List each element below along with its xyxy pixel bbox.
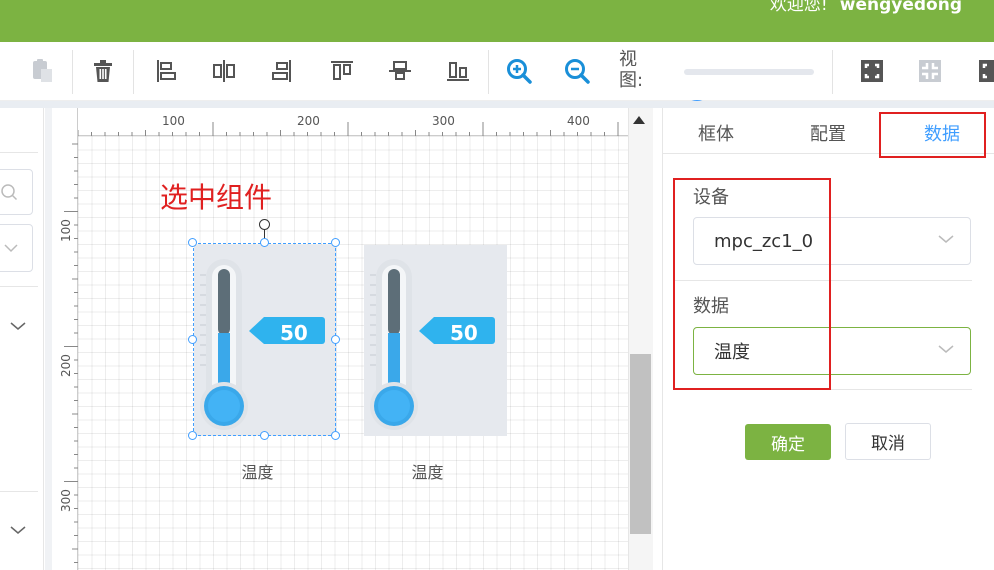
resize-handle-sw[interactable] xyxy=(188,431,197,440)
horizontal-ruler: 100 200 300 400 xyxy=(52,108,628,136)
resize-handle-nw[interactable] xyxy=(188,238,197,247)
highlight-box-data-tab xyxy=(879,112,986,158)
divider xyxy=(0,152,38,153)
align-top-icon[interactable] xyxy=(328,57,356,85)
chevron-down-icon xyxy=(4,244,18,253)
toolbar-divider xyxy=(832,50,833,94)
fit-screen-icon[interactable] xyxy=(858,57,886,85)
annotation-selected-component: 选中组件 xyxy=(160,181,273,214)
resize-handle-ne[interactable] xyxy=(331,238,340,247)
chevron-down-icon xyxy=(938,345,954,353)
ruler-tick-label: 200 xyxy=(59,354,73,377)
thermometer-icon: 50 xyxy=(370,259,495,430)
align-bottom-icon[interactable] xyxy=(444,57,472,85)
welcome-text: 欢迎您! xyxy=(769,0,828,15)
chevron-down-icon[interactable] xyxy=(10,316,26,335)
actual-size-icon[interactable] xyxy=(916,57,944,85)
chevron-down-icon[interactable] xyxy=(10,520,26,539)
divider xyxy=(0,286,38,287)
ruler-tick-label: 200 xyxy=(297,114,320,128)
rotate-handle[interactable] xyxy=(259,219,270,230)
left-component-panel xyxy=(0,108,44,570)
vertical-ruler: 100 200 300 xyxy=(52,108,78,570)
fullscreen-icon[interactable] xyxy=(974,57,994,85)
thermometer-value: 50 xyxy=(450,321,478,345)
chevron-down-icon xyxy=(938,235,954,243)
username[interactable]: wengyedong xyxy=(840,0,962,15)
widget-label: 温度 xyxy=(411,463,444,482)
view-label: 视图: xyxy=(619,49,644,91)
toolbar-divider xyxy=(488,50,489,94)
resize-handle-n[interactable] xyxy=(260,238,269,247)
highlight-box-fields xyxy=(673,178,831,390)
delete-icon[interactable] xyxy=(89,57,117,85)
zoom-slider-track[interactable] xyxy=(684,69,814,75)
widget-label: 温度 xyxy=(241,463,274,482)
ruler-tick-label: 300 xyxy=(432,114,455,128)
ruler-tick-label: 100 xyxy=(59,219,73,242)
align-middle-icon[interactable] xyxy=(386,57,414,85)
ruler-tick-label: 400 xyxy=(567,114,590,128)
toolbar: 视图: xyxy=(0,42,994,128)
resize-handle-e[interactable] xyxy=(331,335,340,344)
resize-handle-s[interactable] xyxy=(260,431,269,440)
ruler-tick-label: 300 xyxy=(59,489,73,512)
scroll-up-arrow-icon[interactable] xyxy=(633,116,645,124)
app-header: 欢迎您! wengyedong xyxy=(0,0,994,42)
tab-config[interactable]: 配置 xyxy=(810,120,846,146)
paste-icon[interactable] xyxy=(28,57,56,85)
canvas-scrollbar-thumb[interactable] xyxy=(630,354,651,534)
selection-outline xyxy=(193,243,336,436)
toolbar-divider-strip xyxy=(0,101,994,108)
confirm-button[interactable]: 确定 xyxy=(745,424,831,460)
component-category-select[interactable] xyxy=(0,224,33,272)
align-center-h-icon[interactable] xyxy=(210,57,238,85)
resize-handle-w[interactable] xyxy=(188,335,197,344)
divider xyxy=(0,491,38,492)
align-left-icon[interactable] xyxy=(152,57,180,85)
thermometer-widget[interactable]: 50 xyxy=(364,245,507,436)
zoom-out-icon[interactable] xyxy=(563,57,591,85)
cancel-button[interactable]: 取消 xyxy=(845,423,931,460)
component-search-input[interactable] xyxy=(0,169,33,215)
ruler-tick-label: 100 xyxy=(162,114,185,128)
search-icon xyxy=(1,184,18,201)
align-right-icon[interactable] xyxy=(268,57,296,85)
toolbar-divider xyxy=(133,50,134,94)
welcome-message: 欢迎您! wengyedong xyxy=(770,0,962,15)
toolbar-divider xyxy=(72,50,73,94)
resize-handle-se[interactable] xyxy=(331,431,340,440)
zoom-in-icon[interactable] xyxy=(505,57,533,85)
tab-frame[interactable]: 框体 xyxy=(698,120,734,146)
